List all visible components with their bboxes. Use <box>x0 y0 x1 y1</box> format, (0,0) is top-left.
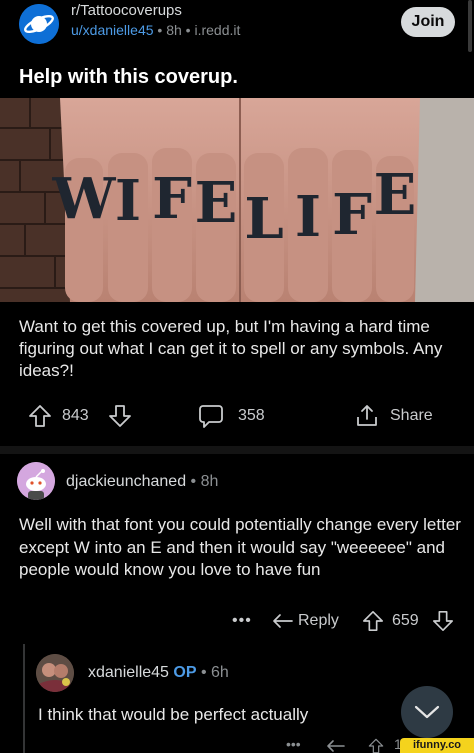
planet-icon <box>19 4 59 44</box>
share-button[interactable] <box>354 398 380 434</box>
user-photo-avatar-icon <box>36 654 74 692</box>
post-body-text: Want to get this covered up, but I'm hav… <box>19 317 443 380</box>
tattoo-letter: E <box>195 170 238 236</box>
tattoo-letter: F <box>152 166 192 232</box>
reply-body: I think that would be perfect actually <box>38 705 309 724</box>
subreddit-name[interactable]: r/Tattoocoverups <box>71 2 182 19</box>
comment-upvote-button[interactable] <box>362 606 384 636</box>
upvote-count: 843 <box>62 407 89 424</box>
reply-author-line: xdanielle45 OP • 6h <box>88 664 229 682</box>
share-icon <box>357 405 377 426</box>
reply-age: 6h <box>211 664 229 681</box>
downvote-arrow-icon <box>433 611 453 631</box>
comment-author-line: djackieunchaned • 8h <box>66 473 218 491</box>
tattoo-photo: W I F E L I F E <box>0 98 474 302</box>
tattoo-letter: W <box>52 166 117 232</box>
comment-score: 659 <box>392 612 419 629</box>
watermark-logo: ifunny.co <box>400 738 474 753</box>
downvote-arrow-icon <box>109 405 131 427</box>
comment-age: 8h <box>200 473 219 490</box>
avatar[interactable] <box>17 462 55 500</box>
downvote-button[interactable] <box>108 398 132 434</box>
meta-separator: • <box>200 664 212 681</box>
comment-downvote-button[interactable] <box>432 606 454 636</box>
join-button[interactable]: Join <box>401 7 455 37</box>
post-meta: u/xdanielle45 • 8h • i.redd.it <box>71 22 240 38</box>
upvote-arrow-icon[interactable] <box>366 738 386 753</box>
chevron-down-icon <box>414 705 440 719</box>
snoo-avatar-icon <box>17 462 55 500</box>
tattoo-letter: I <box>295 184 321 250</box>
post-image[interactable]: W I F E L I F E <box>0 98 474 302</box>
reply-button[interactable]: Reply <box>272 606 339 636</box>
scrollbar[interactable] <box>468 0 472 52</box>
comment-count: 358 <box>238 407 265 424</box>
section-divider <box>0 446 474 454</box>
comment-body: Well with that font you could potentiall… <box>19 515 461 579</box>
reply-author[interactable]: xdanielle45 <box>88 664 169 681</box>
post-action-bar: 843 358 Share <box>0 398 474 434</box>
upvote-arrow-icon <box>29 405 51 427</box>
tattoo-letter: F <box>332 182 372 248</box>
upvote-arrow-icon <box>363 611 383 631</box>
op-badge: OP <box>173 664 197 681</box>
comment-action-bar: ••• Reply 659 <box>0 606 474 636</box>
avatar[interactable] <box>36 654 74 692</box>
reply-arrow-icon[interactable] <box>326 739 346 753</box>
tattoo-letter: L <box>244 186 283 252</box>
subreddit-avatar[interactable] <box>19 4 59 44</box>
share-label[interactable]: Share <box>390 398 433 434</box>
next-comment-button[interactable] <box>401 686 453 738</box>
tattoo-letter: E <box>374 162 417 228</box>
reply-arrow-icon <box>273 614 293 628</box>
comment-bubble-icon <box>199 405 223 428</box>
post-title: Help with this coverup. <box>19 66 238 88</box>
reply-more-options[interactable]: ••• <box>286 736 301 752</box>
more-options-button[interactable]: ••• <box>232 606 252 636</box>
meta-separator: • <box>190 473 201 490</box>
post-header: r/Tattoocoverups u/xdanielle45 • 8h • i.… <box>0 0 474 52</box>
meta-separator: • <box>157 22 167 38</box>
post-age: 8h <box>166 22 182 38</box>
reply-label: Reply <box>298 612 339 629</box>
comment-author[interactable]: djackieunchaned <box>66 473 186 490</box>
post-author[interactable]: u/xdanielle45 <box>71 22 154 38</box>
post-domain[interactable]: i.redd.it <box>194 22 240 38</box>
tattoo-letter: I <box>115 168 141 234</box>
comments-button[interactable] <box>198 398 224 434</box>
upvote-button[interactable] <box>28 398 52 434</box>
